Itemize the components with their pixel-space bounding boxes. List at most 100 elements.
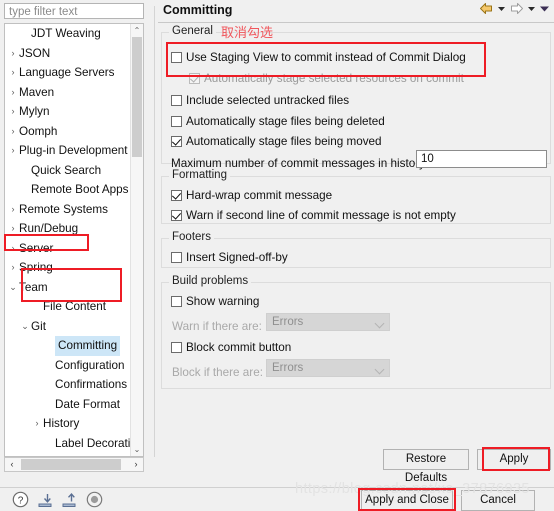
combo-block-if-there-are[interactable]: Errors: [266, 359, 390, 377]
twisty-collapsed-icon[interactable]: ›: [6, 258, 20, 278]
tree-vertical-scrollbar[interactable]: ⌃ ⌄: [130, 24, 143, 456]
forward-menu-chevron-icon[interactable]: [527, 4, 536, 16]
tree-item[interactable]: › JSON: [5, 44, 131, 64]
tree-item-label: JDT Weaving: [31, 27, 101, 40]
scroll-up-icon[interactable]: ⌃: [131, 24, 143, 37]
title-separator: [158, 22, 554, 23]
restore-defaults-button[interactable]: Restore Defaults: [383, 449, 469, 484]
preference-page: Committing General Use Staging View to c…: [158, 0, 554, 487]
twisty-collapsed-icon[interactable]: ›: [30, 414, 44, 434]
apply-button[interactable]: Apply: [477, 449, 551, 470]
combo-warn-if-there-are[interactable]: Errors: [266, 313, 390, 331]
tree-item[interactable]: › History: [5, 414, 131, 434]
tree-item[interactable]: ⌄ Git: [5, 317, 131, 337]
tree-item[interactable]: Label Decoration: [5, 434, 143, 454]
checkbox-box[interactable]: [171, 52, 182, 63]
twisty-collapsed-icon[interactable]: ›: [6, 141, 20, 161]
group-footers-label: Footers: [169, 231, 214, 243]
tree-item[interactable]: Date Format: [5, 395, 131, 415]
tree-item[interactable]: › Run/Debug: [5, 219, 131, 239]
sash-splitter[interactable]: [152, 0, 157, 487]
tree-item-label: Spring: [19, 261, 53, 274]
twisty-collapsed-icon[interactable]: ›: [6, 63, 20, 83]
record-icon[interactable]: [86, 491, 103, 511]
export-icon[interactable]: [60, 491, 78, 511]
import-icon[interactable]: [36, 491, 54, 511]
filter-input[interactable]: type filter text: [4, 3, 144, 19]
back-arrow-icon[interactable]: [479, 2, 494, 18]
checkbox-box[interactable]: [171, 116, 182, 127]
chevron-down-icon[interactable]: [374, 364, 385, 375]
checkbox-auto-stage-moved[interactable]: Automatically stage files being moved: [171, 135, 382, 148]
tree-item[interactable]: › Plug-in Development: [5, 141, 131, 161]
tree-item[interactable]: ⌄ Team: [5, 278, 131, 298]
twisty-collapsed-icon[interactable]: ›: [6, 122, 20, 142]
input-max-commit-messages[interactable]: 10: [416, 150, 547, 168]
tree-item[interactable]: › Server: [5, 239, 131, 259]
checkbox-box[interactable]: [171, 136, 182, 147]
checkbox-box[interactable]: [171, 342, 182, 353]
tree-item[interactable]: Confirmations an: [5, 375, 143, 395]
tree-item[interactable]: › Remote Systems: [5, 200, 131, 220]
checkbox-block-commit-button[interactable]: Block commit button: [171, 341, 291, 354]
chevron-down-icon[interactable]: [374, 318, 385, 329]
checkbox-hard-wrap[interactable]: Hard-wrap commit message: [171, 189, 332, 202]
twisty-expanded-icon[interactable]: ⌄: [18, 317, 32, 337]
back-menu-chevron-icon[interactable]: [497, 4, 506, 16]
checkbox-label: Block commit button: [186, 341, 292, 354]
checkbox-auto-stage-deleted[interactable]: Automatically stage files being deleted: [171, 115, 385, 128]
tree-item[interactable]: File Content: [5, 297, 131, 317]
page-title: Committing: [163, 3, 233, 17]
checkbox-insert-signed-off-by[interactable]: Insert Signed-off-by: [171, 251, 288, 264]
twisty-collapsed-icon[interactable]: ›: [6, 102, 20, 122]
scroll-left-icon[interactable]: ‹: [5, 458, 19, 471]
checkbox-box[interactable]: [171, 296, 182, 307]
tree-horizontal-scrollbar[interactable]: ‹ ›: [4, 457, 144, 472]
checkbox-use-staging-view[interactable]: Use Staging View to commit instead of Co…: [171, 51, 466, 64]
checkbox-box[interactable]: [171, 252, 182, 263]
tree-item-label: Quick Search: [31, 163, 102, 177]
tree-item[interactable]: JDT Weaving: [5, 24, 131, 44]
preferences-tree[interactable]: JDT Weaving › JSON › Language Servers › Maven ›…: [4, 23, 144, 457]
twisty-collapsed-icon[interactable]: ›: [6, 239, 20, 259]
tree-item[interactable]: Committing: [5, 336, 131, 356]
twisty-expanded-icon[interactable]: ⌄: [6, 278, 20, 298]
view-menu-chevron-icon[interactable]: [539, 4, 550, 16]
group-general: General Use Staging View to commit inste…: [161, 25, 551, 170]
twisty-collapsed-icon[interactable]: ›: [6, 200, 20, 220]
twisty-collapsed-icon[interactable]: ›: [6, 44, 20, 64]
scroll-down-icon[interactable]: ⌄: [131, 443, 143, 456]
checkbox-label: Include selected untracked files: [186, 94, 350, 107]
tree-item-label: History: [43, 417, 80, 430]
checkbox-auto-stage-selected[interactable]: Automatically stage selected resources o…: [189, 72, 464, 85]
tree-item-label: File Content: [43, 300, 107, 313]
tree-item-label: Remote Systems: [19, 202, 108, 216]
tree-item[interactable]: Configuration: [5, 356, 131, 376]
checkbox-warn-second-line[interactable]: Warn if second line of commit message is…: [171, 209, 456, 222]
checkbox-box[interactable]: [171, 210, 182, 221]
twisty-collapsed-icon[interactable]: ›: [6, 219, 20, 239]
scroll-right-icon[interactable]: ›: [129, 458, 143, 471]
tree-item-label: Remote Boot Apps: [31, 183, 129, 196]
tree-item-label: Oomph: [19, 124, 58, 138]
forward-arrow-icon[interactable]: [509, 2, 524, 18]
group-formatting-label: Formatting: [169, 169, 230, 181]
checkbox-include-untracked[interactable]: Include selected untracked files: [171, 94, 349, 107]
tree-item[interactable]: › Language Servers: [5, 63, 131, 83]
vertical-scroll-thumb[interactable]: [132, 37, 142, 157]
label-warn-if-there-are: Warn if there are:: [172, 320, 262, 333]
checkbox-label: Hard-wrap commit message: [186, 189, 333, 202]
tree-item[interactable]: Remote Boot Apps: [5, 180, 131, 200]
checkbox-box[interactable]: [171, 95, 182, 106]
tree-item[interactable]: › Mylyn: [5, 102, 131, 122]
checkbox-show-warning[interactable]: Show warning: [171, 295, 259, 308]
tree-item[interactable]: › Spring: [5, 258, 131, 278]
tree-item[interactable]: Quick Search: [5, 161, 131, 181]
horizontal-scroll-thumb[interactable]: [21, 459, 121, 470]
help-icon[interactable]: ?: [12, 491, 29, 511]
checkbox-box[interactable]: [189, 73, 200, 84]
twisty-collapsed-icon[interactable]: ›: [6, 83, 20, 103]
tree-item[interactable]: › Oomph: [5, 122, 131, 142]
tree-item[interactable]: › Maven: [5, 83, 131, 103]
checkbox-box[interactable]: [171, 190, 182, 201]
